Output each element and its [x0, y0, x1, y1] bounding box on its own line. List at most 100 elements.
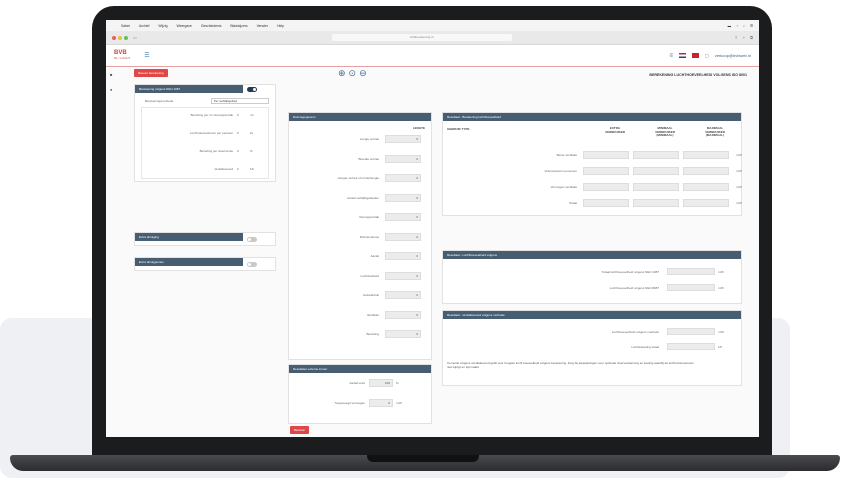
menu-item[interactable]: Geschiedenis: [201, 24, 222, 28]
info-note: Correctie volgens ventilatievoud geldt v…: [447, 361, 694, 370]
browser-toolbar: ▭ lichtberekening.nl ⇪ + ⧉: [106, 31, 759, 45]
dimension-label: Lengte vertrek: [359, 137, 379, 141]
result-row: Bezet ventilatie m³/h: [447, 151, 742, 159]
close-icon[interactable]: [112, 35, 116, 40]
menu-item[interactable]: Venster: [257, 24, 269, 28]
result-label: Luchtwisseling totaal: [631, 344, 659, 349]
result-value: [633, 183, 679, 191]
result-value: [583, 199, 629, 207]
zoom-reset-icon[interactable]: ⊙: [349, 68, 357, 79]
param-row: Luchtvolumestroom per persoon 0 l/s: [145, 131, 253, 135]
zoom-in-icon[interactable]: ⊕: [338, 68, 346, 79]
dimension-label: Ventilatie: [366, 312, 379, 317]
result-value: [667, 268, 715, 275]
battery-icon[interactable]: ▬: [728, 24, 731, 28]
panel-title: Resultaten externe invoer: [289, 365, 431, 373]
result-unit: m³/h: [736, 169, 742, 173]
new-calculation-button[interactable]: Nieuwe berekening: [134, 69, 168, 77]
result-label: Bezet ventilatie: [556, 153, 577, 157]
dimension-label: Luchtsnelheid: [360, 273, 379, 278]
param-value[interactable]: 0: [237, 131, 247, 135]
brand-logo[interactable]: BVB NL / LUCHT: [114, 50, 130, 61]
dimension-input[interactable]: 0: [385, 135, 421, 143]
wifi-icon[interactable]: ◔: [736, 24, 738, 28]
zoom-icon[interactable]: [124, 35, 128, 40]
dimension-row: Ruimtevolume 0: [293, 232, 421, 241]
dimension-input[interactable]: 0: [385, 232, 421, 241]
menu-item[interactable]: Safari: [121, 24, 130, 28]
dimension-input[interactable]: 0: [385, 154, 421, 163]
dimension-input[interactable]: 0: [385, 271, 421, 280]
result-value: [667, 343, 715, 350]
side-toolbar: ■ ●: [110, 72, 112, 92]
hamburger-icon[interactable]: ≡: [669, 53, 673, 59]
dimension-label: Breedte vertrek: [358, 156, 379, 161]
panel-title: Resultaat - Berekening luchthoeveelheid: [443, 113, 741, 121]
dimension-row: Ventilatie 0: [293, 310, 421, 319]
menu-item[interactable]: Wijzig: [158, 24, 167, 28]
dimension-input[interactable]: 0: [385, 291, 421, 299]
calculate-button[interactable]: Bereken: [290, 426, 310, 434]
param-value[interactable]: 0: [237, 149, 247, 153]
param-label: Bezetting per vloerruimte: [199, 149, 233, 153]
panel-title: Resultaat - Ventilatievoud volgens metho…: [443, 311, 741, 319]
dimension-input[interactable]: 0: [385, 213, 421, 221]
zoom-out-icon[interactable]: ⊖: [359, 68, 367, 79]
param-value[interactable]: 0: [237, 113, 247, 117]
search-icon[interactable]: ⌕: [743, 24, 745, 28]
result-value: [667, 284, 715, 291]
user-icon[interactable]: ▢: [705, 53, 709, 58]
dimension-label: Aantal verblijfsgebieden: [347, 195, 379, 200]
menu-item[interactable]: Help: [277, 24, 284, 28]
stage: Safari Archief Wijzig Weergave Geschiede…: [0, 0, 848, 478]
param-unit: m²: [250, 113, 254, 117]
control-center-icon[interactable]: ☰: [750, 24, 753, 28]
result-row: Luchthoeveelheid volgens methode m³/h: [447, 328, 724, 335]
toggle-switch[interactable]: [247, 262, 257, 267]
menu-item[interactable]: Archief: [139, 24, 150, 28]
result-input[interactable]: 0: [369, 399, 393, 407]
app-header: BVB NL / LUCHT ☰ ≡ ▢ verkoop@bvbweb.nl: [106, 45, 759, 67]
minimize-icon[interactable]: [118, 35, 122, 40]
sidebar-toggle-icon[interactable]: ▭: [133, 35, 137, 40]
result-unit: m³/h: [718, 269, 724, 274]
share-icon[interactable]: ⇪: [734, 35, 737, 40]
panel-basis: Berekening volgens NEN 1087 Berekeningsm…: [134, 84, 276, 182]
result-row: Volumestroom personen m³/h: [447, 167, 742, 175]
result-unit: m³/h: [736, 201, 742, 205]
method-select[interactable]: Per verblijfsgebied: [211, 98, 269, 104]
panel-extra-afzuiging: Extra afzuiging: [134, 232, 276, 246]
email-link[interactable]: verkoop@bvbweb.nl: [715, 53, 751, 58]
tabs-icon[interactable]: ⧉: [750, 35, 753, 40]
home-icon[interactable]: ■: [110, 72, 112, 77]
menu-icon[interactable]: ☰: [144, 52, 149, 59]
flag-en-icon[interactable]: [691, 53, 699, 58]
menu-item[interactable]: Weergave: [176, 24, 191, 28]
new-tab-icon[interactable]: +: [743, 35, 745, 40]
flag-nl-icon[interactable]: [678, 53, 686, 58]
method-label: Berekeningsmethode: [145, 99, 174, 103]
dimension-input[interactable]: 0: [385, 193, 421, 202]
result-row: Toegevoegd vermogen 0 m³/h: [293, 399, 402, 407]
result-input[interactable]: 100: [369, 379, 393, 387]
toggle-switch[interactable]: [247, 87, 257, 92]
dimension-label: Aantal: [370, 254, 379, 258]
panel-title: Ruimtegegevens: [289, 113, 431, 121]
dimension-input[interactable]: 0: [385, 252, 421, 260]
result-row: Totaal luchthoeveelheid volgens NEN 1087…: [447, 268, 724, 275]
header-actions: ≡ ▢ verkoop@bvbweb.nl: [669, 53, 751, 59]
dimension-row: Breedte vertrek 0: [293, 154, 421, 163]
settings-icon[interactable]: ●: [110, 87, 112, 92]
method-row: Berekeningsmethode Per verblijfsgebied: [145, 98, 269, 104]
toggle-switch[interactable]: [247, 237, 257, 242]
dimension-input[interactable]: 0: [385, 330, 421, 338]
dimension-input[interactable]: 0: [385, 174, 421, 182]
param-value[interactable]: 0: [237, 167, 247, 171]
result-label: Aantal units: [349, 381, 365, 385]
menu-item[interactable]: Bladwijzers: [230, 24, 247, 28]
dimension-input[interactable]: 0: [385, 310, 421, 319]
result-label: Totaal luchthoeveelheid volgens NEN 1087: [601, 269, 659, 274]
result-value: [633, 199, 679, 207]
result-row: Aantal units 100 %: [293, 379, 399, 387]
address-bar[interactable]: lichtberekening.nl: [331, 34, 512, 41]
